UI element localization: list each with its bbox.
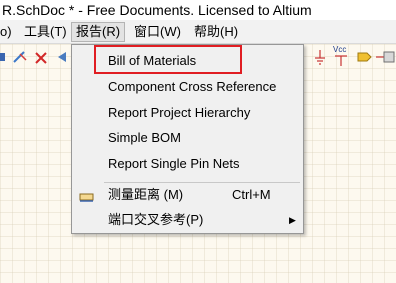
menu-item-label: 端口交叉参考(P)	[108, 212, 204, 227]
vcc-power-icon[interactable]: Vcc	[333, 46, 351, 69]
menu-help[interactable]: 帮助(H)	[190, 22, 242, 42]
highlight-box	[94, 45, 242, 74]
menu-item-shortcut: Ctrl+M	[232, 187, 271, 202]
menu-partial[interactable]: o)	[0, 22, 16, 42]
menu-item-port-cross-reference[interactable]: 端口交叉参考(P) ▶	[72, 208, 303, 232]
toolbar-icon-partial[interactable]	[0, 50, 8, 67]
menu-item-simple-bom[interactable]: Simple BOM	[72, 126, 303, 150]
menu-item-label: Report Single Pin Nets	[108, 156, 240, 171]
menubar: o) 工具(T) 报告(R) 窗口(W) 帮助(H)	[0, 20, 396, 44]
menu-window[interactable]: 窗口(W)	[130, 22, 185, 42]
window-title: R.SchDoc * - Free Documents. Licensed to…	[0, 0, 396, 20]
delete-icon[interactable]	[33, 50, 51, 67]
menu-tools[interactable]: 工具(T)	[20, 22, 71, 42]
menu-item-label: Component Cross Reference	[108, 79, 277, 94]
menu-item-report-single-pin-nets[interactable]: Report Single Pin Nets	[72, 152, 303, 176]
report-dropdown-menu: Bill of Materials Component Cross Refere…	[71, 44, 304, 234]
arrow-icon[interactable]	[56, 50, 70, 67]
sheet-entry-icon[interactable]	[376, 50, 396, 67]
port-icon[interactable]	[356, 50, 374, 67]
vcc-label: Vcc	[333, 45, 347, 54]
menu-reports[interactable]: 报告(R)	[71, 22, 126, 42]
menu-item-component-cross-reference[interactable]: Component Cross Reference	[72, 75, 303, 99]
ground-icon[interactable]	[313, 50, 327, 69]
wire-tool-icon[interactable]	[12, 50, 30, 67]
menu-item-label: Simple BOM	[108, 130, 181, 145]
menu-item-label: Report Project Hierarchy	[108, 105, 251, 120]
menu-item-report-project-hierarchy[interactable]: Report Project Hierarchy	[72, 101, 303, 125]
menu-item-measure-distance[interactable]: 测量距离 (M) Ctrl+M	[72, 183, 303, 207]
submenu-arrow-icon: ▶	[289, 215, 296, 225]
menu-item-label: 测量距离 (M)	[108, 187, 184, 202]
